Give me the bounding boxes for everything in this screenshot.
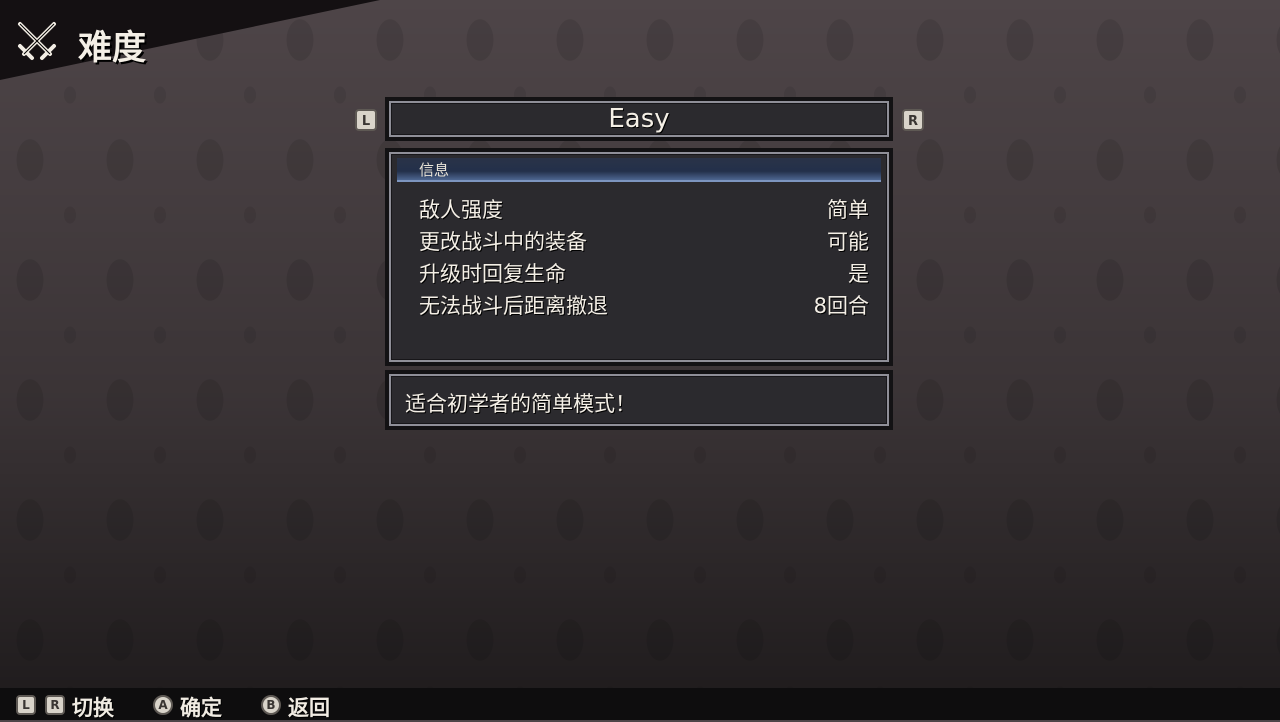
info-row-value: 可能 [827,230,869,254]
info-row-value: 8回合 [813,294,869,318]
info-header: 信息 [397,158,881,182]
difficulty-selector[interactable]: Easy [385,97,893,141]
crossed-swords-icon [18,22,56,60]
info-panel: 信息 敌人强度 简单 更改战斗中的装备 可能 升级时回复生命 是 无法战斗后距离… [385,148,893,366]
info-row-label: 敌人强度 [419,198,503,222]
footer-b-button-icon[interactable]: B [261,695,281,715]
footer-back-label[interactable]: 返回 [288,692,330,722]
footer-r-button-icon[interactable]: R [45,695,65,715]
info-row-value: 简单 [827,198,869,222]
info-row-change-equipment: 更改战斗中的装备 可能 [419,226,869,256]
footer-l-button-icon[interactable]: L [16,695,36,715]
footer-switch-label[interactable]: 切换 [72,692,114,722]
shoulder-r-button[interactable]: R [902,109,924,131]
difficulty-value: Easy [608,104,670,134]
footer-bar: L R 切换 A 确定 B 返回 [0,688,1280,720]
shoulder-l-button[interactable]: L [355,109,377,131]
footer-a-button-icon[interactable]: A [153,695,173,715]
info-header-label: 信息 [419,161,450,179]
footer-confirm-label[interactable]: 确定 [180,692,222,722]
info-row-retreat-turns: 无法战斗后距离撤退 8回合 [419,290,869,320]
info-row-label: 无法战斗后距离撤退 [419,294,608,318]
info-row-enemy-strength: 敌人强度 简单 [419,194,869,224]
info-row-label: 升级时回复生命 [419,262,566,286]
info-row-value: 是 [848,262,869,286]
info-row-levelup-heal: 升级时回复生命 是 [419,258,869,288]
description-text: 适合初学者的简单模式！ [405,392,636,416]
description-panel: 适合初学者的简单模式！ [385,370,893,430]
page-title: 难度 [78,28,146,68]
info-row-label: 更改战斗中的装备 [419,230,587,254]
